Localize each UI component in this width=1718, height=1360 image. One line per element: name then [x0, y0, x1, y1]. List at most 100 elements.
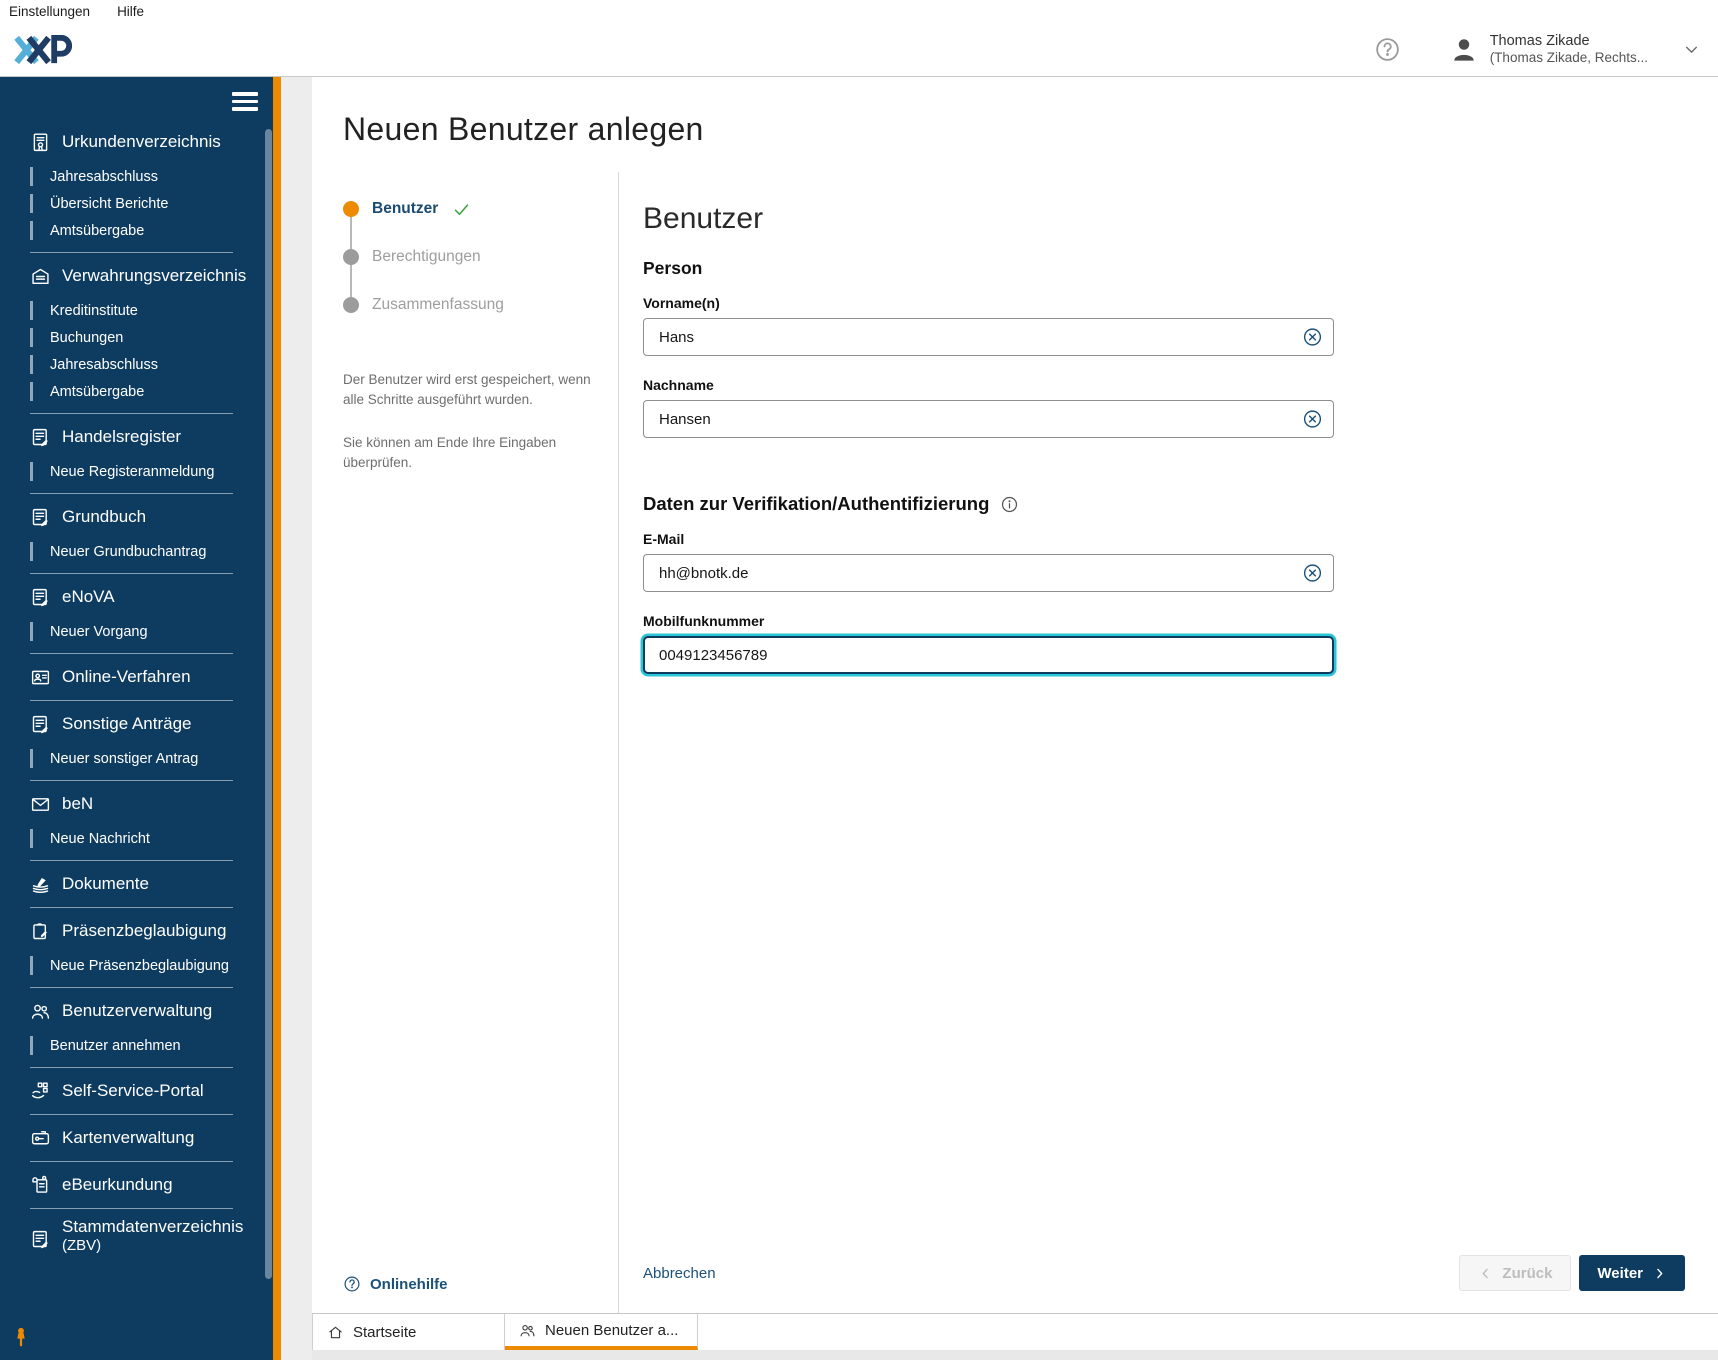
- sidebar-divider: [30, 907, 233, 908]
- sidebar-section-benutzerverwaltung[interactable]: Benutzerverwaltung: [0, 996, 273, 1026]
- sidebar-item-amtsuebergabe-vvz[interactable]: Amtsübergabe: [0, 378, 273, 405]
- sidebar-section-stammdatenverzeichnis[interactable]: Stammdatenverzeichnis (ZBV): [0, 1217, 273, 1254]
- email-label: E-Mail: [643, 531, 685, 547]
- online-help-label: Onlinehilfe: [370, 1275, 448, 1293]
- sidebar-section-label: Grundbuch: [62, 507, 147, 526]
- sidebar-item-neue-praesenzbeglaubigung[interactable]: Neue Präsenzbeglaubigung: [0, 952, 273, 979]
- nachname-label: Nachname: [643, 377, 714, 393]
- sidebar-divider: [30, 573, 233, 574]
- vorname-label: Vorname(n): [643, 295, 720, 311]
- back-button[interactable]: Zurück: [1459, 1255, 1572, 1291]
- clear-circle-x-icon[interactable]: [1302, 327, 1323, 348]
- sidebar-section-label: Handelsregister: [62, 427, 182, 446]
- info-circle-icon[interactable]: [1000, 495, 1019, 514]
- online-help-link[interactable]: Onlinehilfe: [343, 1275, 598, 1293]
- vorname-input[interactable]: [643, 318, 1334, 356]
- stepper-step-benutzer[interactable]: Benutzer: [343, 200, 598, 218]
- step-dot-active: [343, 201, 359, 217]
- chevron-down-icon[interactable]: [1681, 39, 1702, 60]
- main-content: Neuen Benutzer anlegen Benutzer Berechti…: [312, 77, 1718, 1360]
- stepper-note-1: Der Benutzer wird erst gespeichert, wenn…: [343, 372, 591, 408]
- sidebar-section-online-verfahren[interactable]: Online-Verfahren: [0, 662, 273, 692]
- sidebar-section-label: eNoVA: [62, 587, 115, 606]
- form-pencil-icon: [30, 714, 51, 735]
- menu-einstellungen[interactable]: Einstellungen: [9, 4, 90, 19]
- hand-modules-icon: [30, 1081, 51, 1102]
- sidebar-item-uebersicht-berichte[interactable]: Übersicht Berichte: [0, 190, 273, 217]
- card-reader-icon: [30, 1128, 51, 1149]
- sidebar-section-praesenzbeglaubigung[interactable]: Präsenzbeglaubigung: [0, 916, 273, 946]
- sidebar-divider: [30, 1114, 233, 1115]
- sidebar-section-urkundenverzeichnis[interactable]: Urkundenverzeichnis: [0, 127, 273, 157]
- clear-circle-x-icon[interactable]: [1302, 563, 1323, 584]
- sidebar-item-neuer-sonstiger-antrag[interactable]: Neuer sonstiger Antrag: [0, 745, 273, 772]
- home-icon: [327, 1324, 344, 1341]
- sidebar-item-kreditinstitute[interactable]: Kreditinstitute: [0, 297, 273, 324]
- next-button[interactable]: Weiter: [1579, 1255, 1685, 1291]
- sidebar-section-self-service-portal[interactable]: Self-Service-Portal: [0, 1076, 273, 1106]
- sidebar-section-label: Stammdatenverzeichnis (ZBV): [62, 1217, 244, 1254]
- hamburger-menu-icon[interactable]: [232, 92, 258, 115]
- sidebar-section-label: Urkundenverzeichnis: [62, 132, 221, 151]
- sidebar-section-grundbuch[interactable]: Grundbuch: [0, 502, 273, 532]
- field-mobilfunknummer: Mobilfunknummer: [643, 613, 1685, 674]
- form-pencil-icon: [30, 427, 51, 448]
- question-circle-icon[interactable]: [1374, 36, 1401, 63]
- user-detail: (Thomas Zikade, Rechts...: [1489, 50, 1648, 66]
- sidebar-divider: [30, 700, 233, 701]
- sidebar-section-handelsregister[interactable]: Handelsregister: [0, 422, 273, 452]
- sidebar-section-label: Sonstige Anträge: [62, 714, 192, 733]
- sidebar-section-label: beN: [62, 794, 94, 813]
- field-email: E-Mail: [643, 531, 1685, 592]
- header-right: Thomas Zikade (Thomas Zikade, Rechts...: [1374, 32, 1718, 67]
- tab-neuen-benutzer-anlegen[interactable]: Neuen Benutzer a...: [505, 1314, 698, 1350]
- user-name: Thomas Zikade: [1489, 33, 1590, 49]
- sidebar-section-label: Benutzerverwaltung: [62, 1001, 213, 1020]
- sidebar-section-ebeurkundung[interactable]: eBeurkundung: [0, 1170, 273, 1200]
- chevron-left-icon: [1478, 1266, 1493, 1281]
- sidebar-section-kartenverwaltung[interactable]: Kartenverwaltung: [0, 1123, 273, 1153]
- sidebar-section-ben[interactable]: beN: [0, 789, 273, 819]
- sidebar-item-neue-registeranmeldung[interactable]: Neue Registeranmeldung: [0, 458, 273, 485]
- sidebar-section-sonstige-antraege[interactable]: Sonstige Anträge: [0, 709, 273, 739]
- sidebar-section-enova[interactable]: eNoVA: [0, 582, 273, 612]
- sidebar-item-jahresabschluss[interactable]: Jahresabschluss: [0, 163, 273, 190]
- notary-scroll-icon: [30, 1175, 51, 1196]
- bottom-tab-bar: Startseite Neuen Benutzer a...: [312, 1313, 1718, 1350]
- email-input[interactable]: [643, 554, 1334, 592]
- sidebar-item-neuer-grundbuchantrag[interactable]: Neuer Grundbuchantrag: [0, 538, 273, 565]
- sidebar-item-jahresabschluss-vvz[interactable]: Jahresabschluss: [0, 351, 273, 378]
- form-pencil-icon: [30, 587, 51, 608]
- pushpin-icon[interactable]: [10, 1326, 32, 1348]
- cancel-link[interactable]: Abbrechen: [643, 1265, 716, 1282]
- step-dot: [343, 249, 359, 265]
- form-footer: Abbrechen Zurück Weiter: [643, 1255, 1685, 1313]
- wizard-form-panel: Benutzer Person Vorname(n) Nachname: [619, 172, 1718, 1313]
- sidebar-divider: [30, 653, 233, 654]
- sidebar-item-neuer-vorgang[interactable]: Neuer Vorgang: [0, 618, 273, 645]
- clear-circle-x-icon[interactable]: [1302, 409, 1323, 430]
- sidebar-item-neue-nachricht[interactable]: Neue Nachricht: [0, 825, 273, 852]
- sidebar-scrollbar[interactable]: [265, 129, 272, 1279]
- sidebar-divider: [30, 493, 233, 494]
- sidebar-section-dokumente[interactable]: Dokumente: [0, 869, 273, 899]
- certificate-document-icon: [30, 132, 51, 153]
- user-menu[interactable]: Thomas Zikade (Thomas Zikade, Rechts...: [1449, 32, 1702, 67]
- tab-startseite[interactable]: Startseite: [312, 1314, 505, 1350]
- mobilfunknummer-input[interactable]: [643, 636, 1334, 674]
- sidebar-item-buchungen[interactable]: Buchungen: [0, 324, 273, 351]
- field-vorname: Vorname(n): [643, 295, 1685, 356]
- sidebar-divider: [30, 1208, 233, 1209]
- nachname-input[interactable]: [643, 400, 1334, 438]
- content-gutter: [281, 77, 312, 1360]
- sidebar-item-amtsuebergabe[interactable]: Amtsübergabe: [0, 217, 273, 244]
- xnp-application-window: Einstellungen Hilfe Thomas Zikade (Thoma…: [0, 0, 1718, 1360]
- sidebar-item-benutzer-annehmen[interactable]: Benutzer annehmen: [0, 1032, 273, 1059]
- menu-hilfe[interactable]: Hilfe: [117, 4, 144, 19]
- sidebar-section-verwahrungsverzeichnis[interactable]: Verwahrungsverzeichnis: [0, 261, 273, 291]
- clipboard-pencil-icon: [30, 921, 51, 942]
- step-label: Berechtigungen: [372, 248, 481, 265]
- archive-box-icon: [30, 266, 51, 287]
- sidebar-divider: [30, 413, 233, 414]
- mobilfunknummer-label: Mobilfunknummer: [643, 613, 765, 629]
